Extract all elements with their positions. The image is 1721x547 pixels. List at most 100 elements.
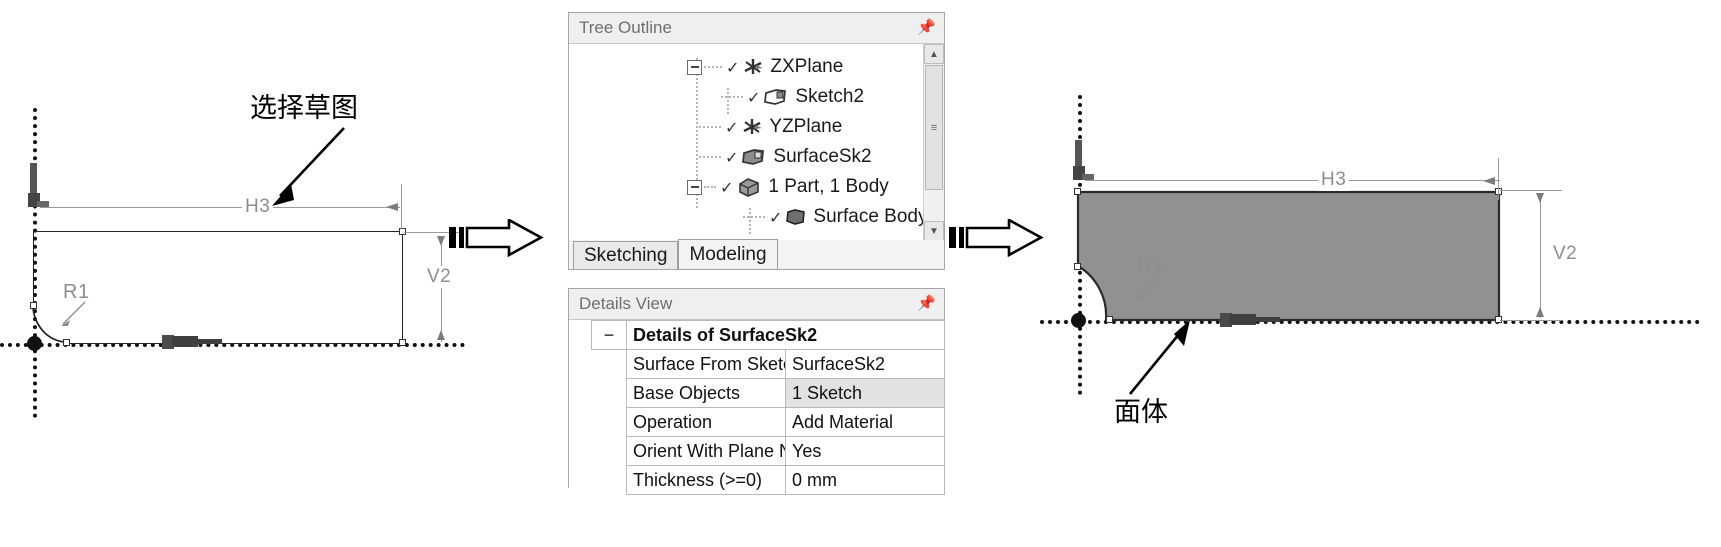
- tree-item-surfacesk2[interactable]: ✓ SurfaceSk2: [697, 142, 872, 172]
- scroll-down-button[interactable]: ▼: [924, 221, 944, 241]
- tab-sketching[interactable]: Sketching: [573, 241, 679, 269]
- left-profile-left-edge: [33, 231, 34, 306]
- right-sketch-view: H3 V2 R1 面体: [1040, 0, 1721, 547]
- details-row-value[interactable]: SurfaceSk2: [785, 349, 945, 379]
- right-v2-ext-top: [1500, 190, 1562, 191]
- right-annotation-arrow: [1128, 320, 1190, 395]
- group-expander-icon[interactable]: −: [591, 320, 627, 350]
- tree-dots: [721, 96, 743, 98]
- right-node-arc-top: [1074, 263, 1081, 270]
- check-icon: ✓: [725, 120, 739, 137]
- table-row[interactable]: Surface From Sketches SurfaceSk2: [592, 349, 945, 379]
- right-h3-dimension-line: [1085, 180, 1500, 181]
- details-row-name: Thickness (>=0): [626, 465, 786, 495]
- tree-dots: [699, 156, 721, 158]
- details-row-name: Orient With Plane Normal?: [626, 436, 786, 466]
- left-node-arc-bottom: [63, 339, 70, 346]
- check-icon: ✓: [747, 90, 761, 107]
- left-node-bottomright: [399, 339, 406, 346]
- left-v2-dimension-line: [441, 236, 442, 342]
- left-r1-leader: [61, 301, 86, 326]
- tree-outline-title: Tree Outline: [579, 18, 672, 37]
- tab-label: Sketching: [584, 244, 668, 266]
- scroll-up-button[interactable]: ▲: [924, 44, 944, 64]
- flow-arrow-1: [449, 219, 544, 257]
- details-row-value[interactable]: Add Material: [785, 407, 945, 437]
- tree-item-yzplane[interactable]: ✓ YZPlane: [697, 112, 842, 142]
- surface-icon: [742, 149, 765, 165]
- details-row-value[interactable]: 0 mm: [785, 465, 945, 495]
- pin-icon[interactable]: 📌: [917, 296, 936, 311]
- tree-item-surface-body[interactable]: ✓ Surface Body: [741, 202, 927, 232]
- details-row-value[interactable]: Yes: [785, 436, 945, 466]
- check-icon: ✓: [725, 150, 739, 167]
- right-v2-arrow-bottom: [1536, 307, 1544, 317]
- tree-tabstrip[interactable]: Sketching Modeling: [568, 239, 945, 270]
- right-v2-dimension-line: [1540, 193, 1541, 318]
- left-profile-right-edge: [402, 231, 403, 343]
- expander-icon[interactable]: [687, 179, 702, 195]
- details-row-name: Operation: [626, 407, 786, 437]
- right-h3-label: H3: [1318, 169, 1350, 191]
- right-annotation-text: 面体: [1114, 397, 1168, 428]
- details-row-value[interactable]: 1 Sketch: [785, 378, 945, 408]
- left-v2-arrow-top: [437, 236, 445, 246]
- tree-item-label: Sketch2: [795, 86, 865, 107]
- left-annotation-arrow: [272, 127, 345, 206]
- details-row-name: Surface From Sketches: [626, 349, 786, 379]
- part-body-icon: [739, 178, 760, 197]
- details-view-titlebar: Details View 📌: [569, 289, 944, 320]
- right-r1-leader: [1134, 275, 1159, 300]
- check-icon: ✓: [769, 210, 783, 227]
- plane-icon: [743, 119, 763, 134]
- table-row[interactable]: Thickness (>=0) 0 mm: [592, 465, 945, 495]
- left-v2-arrow-bottom: [437, 330, 445, 340]
- scroll-thumb[interactable]: ≡: [925, 65, 943, 190]
- tree-outline-body[interactable]: ✓ ZXPlane ✓ Sketch2 ✓ YZPlane ✓ SurfaceS…: [569, 44, 944, 241]
- details-view-title: Details View: [579, 294, 673, 313]
- left-node-arc-top: [30, 302, 37, 309]
- tree-outline-titlebar: Tree Outline 📌: [569, 13, 944, 44]
- tree-dots: [704, 66, 722, 68]
- left-profile-bottom-edge: [66, 343, 402, 344]
- details-view-panel: Details View 📌 − Details of SurfaceSk2 S…: [568, 288, 945, 495]
- left-v2-label: V2: [424, 266, 455, 288]
- right-horizontal-constraint-icon: [1220, 313, 1280, 327]
- tree-item-label: Surface Body: [813, 206, 928, 227]
- tree-outline-panel: Tree Outline 📌 ✓ ZXPlane ✓ Sketch2 ✓ YZP…: [568, 12, 945, 241]
- tree-item-sketch2[interactable]: ✓ Sketch2: [719, 82, 864, 112]
- tree-item-part-body[interactable]: ✓ 1 Part, 1 Body: [687, 172, 889, 202]
- right-node-arc-bottom: [1106, 316, 1113, 323]
- right-v2-label: V2: [1550, 243, 1581, 265]
- left-annotation-text: 选择草图: [250, 93, 358, 124]
- check-icon: ✓: [720, 180, 734, 197]
- table-row[interactable]: Base Objects 1 Sketch: [592, 378, 945, 408]
- tree-item-label: SurfaceSk2: [773, 146, 872, 167]
- details-table: − Details of SurfaceSk2 Surface From Ske…: [591, 320, 945, 495]
- right-v2-arrow-top: [1536, 193, 1544, 203]
- table-row[interactable]: Operation Add Material: [592, 407, 945, 437]
- right-h3-left-terminator: [1073, 140, 1094, 180]
- left-profile-top-edge: [33, 231, 403, 232]
- tree-item-label: YZPlane: [769, 116, 843, 137]
- tree-item-label: 1 Part, 1 Body: [768, 176, 889, 197]
- details-row-name: Base Objects: [626, 378, 786, 408]
- left-h3-right-terminator: [386, 203, 398, 211]
- left-horizontal-constraint-icon: [162, 335, 222, 349]
- expander-icon[interactable]: [687, 59, 702, 75]
- check-icon: ✓: [726, 60, 740, 77]
- right-v2-ext-bottom: [1500, 320, 1562, 321]
- left-origin-point: [27, 336, 42, 351]
- tree-item-label: ZXPlane: [770, 56, 844, 77]
- tab-label: Modeling: [689, 243, 767, 265]
- tab-modeling[interactable]: Modeling: [678, 239, 778, 269]
- pin-icon[interactable]: 📌: [917, 20, 936, 35]
- left-sketch-view: H3 V2 R1 选择草图: [0, 0, 520, 547]
- table-row[interactable]: Orient With Plane Normal? Yes: [592, 436, 945, 466]
- tree-dots: [704, 186, 716, 188]
- tree-dots: [743, 216, 765, 218]
- tree-scrollbar[interactable]: ▲ ≡ ▼: [923, 44, 944, 241]
- right-h3-right-terminator: [1483, 177, 1495, 185]
- details-group-header-row[interactable]: − Details of SurfaceSk2: [591, 320, 945, 350]
- tree-item-zxplane[interactable]: ✓ ZXPlane: [687, 52, 843, 82]
